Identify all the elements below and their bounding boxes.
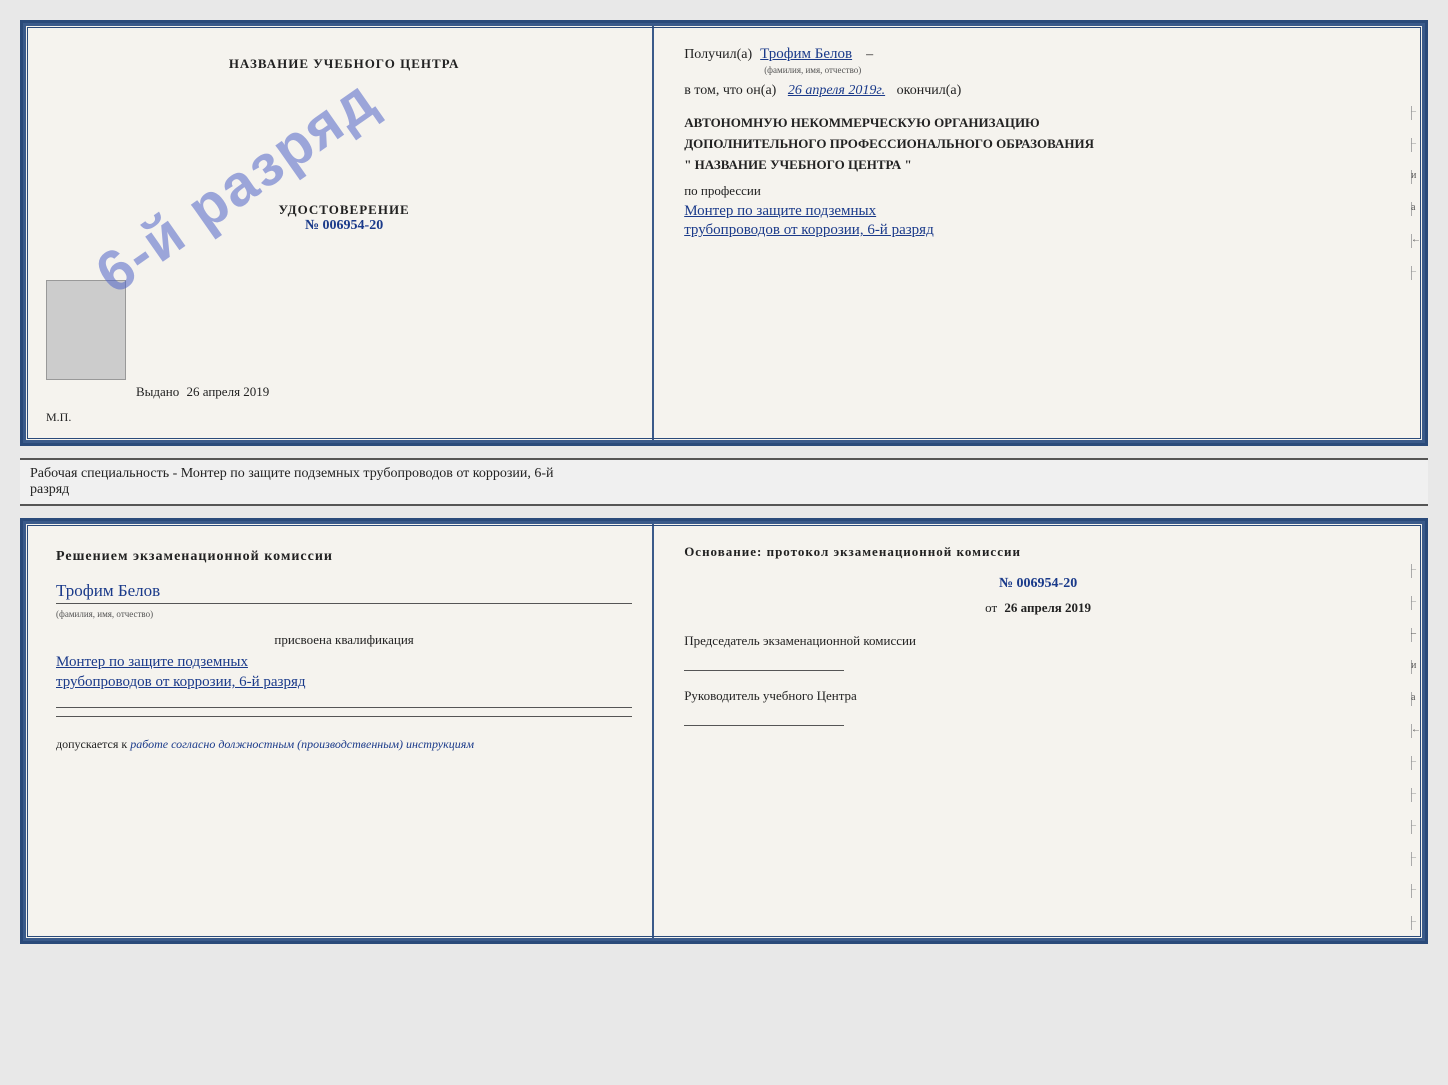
from-date-val: 26 апреля 2019 [1004, 600, 1091, 615]
vydano-date: 26 апреля 2019 [187, 384, 270, 399]
ruk-label: Руководитель учебного Центра [684, 687, 1392, 705]
person-name-bottom: Трофим Белов [56, 581, 632, 601]
dopuskaetsya-val: работе согласно должностным (производств… [130, 737, 474, 751]
side-line-b1: – [1411, 564, 1412, 578]
komissia-title: Решением экзаменационной комиссии [56, 549, 632, 565]
cert-bottom-left: Решением экзаменационной комиссии Трофим… [26, 524, 654, 938]
profession-line1: Монтер по защите подземных [684, 203, 1392, 220]
cert-bottom-right: Основание: протокол экзаменационной коми… [654, 524, 1422, 938]
vydano-line: Выдано 26 апреля 2019 [136, 384, 269, 400]
received-label: Получил(а) [684, 47, 752, 63]
fio-sublabel-top: (фамилия, имя, отчество) [684, 65, 1392, 75]
org-line3: " НАЗВАНИЕ УЧЕБНОГО ЦЕНТРА " [684, 155, 1392, 176]
right-side-lines-top: – – и а ← – [1411, 106, 1412, 280]
middle-text: Рабочая специальность - Монтер по защите… [20, 458, 1428, 506]
org-block: АВТОНОМНУЮ НЕКОММЕРЧЕСКУЮ ОРГАНИЗАЦИЮ ДО… [684, 113, 1392, 175]
side-line-b2: – [1411, 596, 1412, 610]
side-line-b5: а [1411, 692, 1412, 706]
date-value: 26 апреля 2019г. [788, 83, 885, 98]
side-line-4: а [1411, 202, 1412, 216]
qualification-line2: трубопроводов от коррозии, 6-й разряд [56, 674, 632, 691]
cert-top-left: НАЗВАНИЕ УЧЕБНОГО ЦЕНТРА 6-й разряд УДОС… [26, 26, 654, 440]
side-line-b7: – [1411, 756, 1412, 770]
protocol-number: № 006954-20 [684, 576, 1392, 592]
side-line-b9: – [1411, 820, 1412, 834]
predsed-signature-line [684, 670, 844, 671]
name-underline [56, 603, 632, 604]
assigned-label: присвоена квалификация [56, 632, 632, 648]
finished-label: окончил(а) [897, 83, 962, 98]
bottom-lines [56, 707, 632, 717]
side-line-b4: и [1411, 660, 1412, 674]
ruk-block: Руководитель учебного Центра [684, 687, 1392, 726]
person-name-block-bottom: Трофим Белов (фамилия, имя, отчество) [56, 581, 632, 622]
received-line: Получил(а) Трофим Белов – (фамилия, имя,… [684, 46, 1392, 75]
dash1: – [866, 47, 873, 63]
fio-sublabel-bottom: (фамилия, имя, отчество) [56, 609, 153, 619]
side-line-b12: – [1411, 916, 1412, 930]
side-line-5: ← [1411, 234, 1412, 248]
side-line-b8: – [1411, 788, 1412, 802]
dopuskaetsya-label: допускается к [56, 737, 127, 751]
dopuskaetsya-block: допускается к работе согласно должностны… [56, 737, 632, 752]
date-prefix: в том, что он(а) [684, 83, 776, 98]
date-line: в том, что он(а) 26 апреля 2019г. окончи… [684, 83, 1392, 99]
bottom-rule-1 [56, 707, 632, 708]
side-line-2: – [1411, 138, 1412, 152]
cert-bottom-wrapper: Решением экзаменационной комиссии Трофим… [20, 518, 1428, 944]
person-name-top: Трофим Белов [760, 46, 852, 63]
qualification-line1: Монтер по защите подземных [56, 654, 632, 671]
page-wrapper: НАЗВАНИЕ УЧЕБНОГО ЦЕНТРА 6-й разряд УДОС… [20, 20, 1428, 944]
bottom-rule-2 [56, 716, 632, 717]
side-line-3: и [1411, 170, 1412, 184]
middle-line2: разряд [30, 482, 69, 497]
cert-top: НАЗВАНИЕ УЧЕБНОГО ЦЕНТРА 6-й разряд УДОС… [23, 23, 1425, 443]
profession-label: по профессии [684, 183, 1392, 199]
vydano-label: Выдано [136, 384, 179, 399]
predsed-block: Председатель экзаменационной комиссии [684, 632, 1392, 671]
middle-line1: Рабочая специальность - Монтер по защите… [30, 466, 554, 481]
profession-line2: трубопроводов от коррозии, 6-й разряд [684, 222, 1392, 239]
mp-label: М.П. [46, 410, 71, 425]
side-line-6: – [1411, 266, 1412, 280]
side-line-b10: – [1411, 852, 1412, 866]
cert-top-wrapper: НАЗВАНИЕ УЧЕБНОГО ЦЕНТРА 6-й разряд УДОС… [20, 20, 1428, 446]
side-line-b11: – [1411, 884, 1412, 898]
side-line-b6: ← [1411, 724, 1412, 738]
ruk-signature-line [684, 725, 844, 726]
side-line-1: – [1411, 106, 1412, 120]
from-date: от 26 апреля 2019 [684, 600, 1392, 616]
stamp-text: 6-й разряд [83, 65, 388, 307]
side-line-b3: – [1411, 628, 1412, 642]
org-line1: АВТОНОМНУЮ НЕКОММЕРЧЕСКУЮ ОРГАНИЗАЦИЮ [684, 113, 1392, 134]
predsed-label: Председатель экзаменационной комиссии [684, 632, 1392, 650]
from-prefix: от [985, 600, 997, 615]
cert-top-right: Получил(а) Трофим Белов – (фамилия, имя,… [654, 26, 1422, 440]
cert-bottom: Решением экзаменационной комиссии Трофим… [23, 521, 1425, 941]
right-side-lines-bottom: – – – и а ← – – – – – – [1411, 564, 1412, 930]
org-line2: ДОПОЛНИТЕЛЬНОГО ПРОФЕССИОНАЛЬНОГО ОБРАЗО… [684, 134, 1392, 155]
osnov-title: Основание: протокол экзаменационной коми… [684, 544, 1392, 560]
